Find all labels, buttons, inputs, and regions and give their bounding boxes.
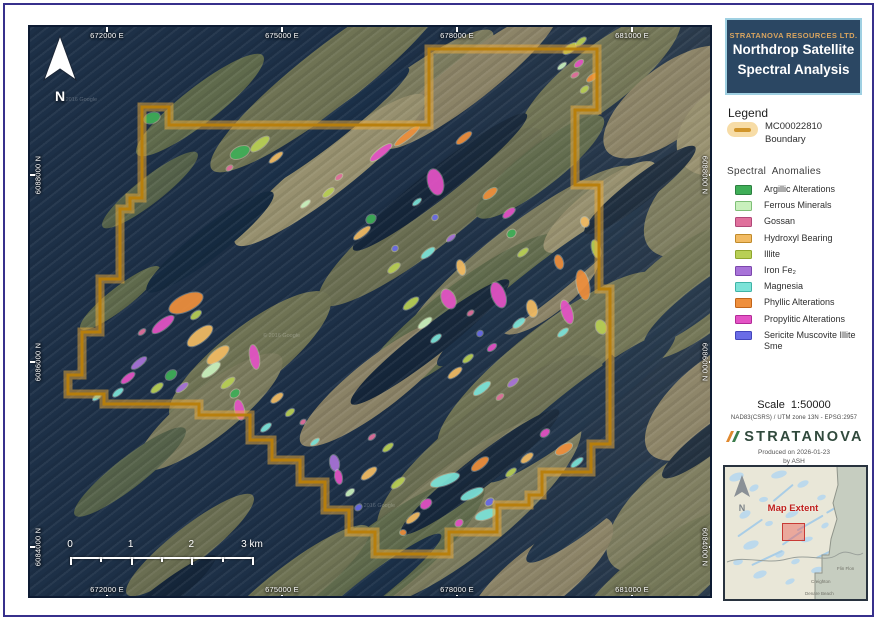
legend-swatch-go	[735, 217, 752, 227]
legend-label-ar: Argillic Alterations	[764, 184, 864, 196]
production-date: Produced on 2026-01-23	[718, 449, 870, 458]
inset-place-label: Denare Beach	[805, 591, 834, 596]
company-logo: STRATANOVA	[718, 428, 870, 446]
map-title-line2: Spectral Analysis	[727, 60, 860, 80]
legend-swatch-ir	[735, 266, 752, 276]
easting-label-bottom: 672000 E	[90, 585, 124, 594]
map-canvas: © 2016 Google© 2016 Google© 2016 Google …	[28, 25, 712, 598]
grid-tick-top	[631, 27, 633, 32]
legend-swatch-ph	[735, 298, 752, 308]
grid-tick-right	[709, 361, 712, 363]
legend-label-se: Sericite Muscovite Illite Sme	[764, 330, 864, 353]
title-block: STRATANOVA RESOURCES LTD. Northdrop Sate…	[725, 18, 862, 95]
legend-label-fe: Ferrous Minerals	[764, 200, 864, 212]
spectral-anomalies-heading: Spectral Anomalies	[727, 166, 821, 177]
grid-tick-bottom	[281, 595, 283, 598]
map-report-page: { "page": {"border_color": "#37308c"}, "…	[0, 0, 877, 620]
production-note: Produced on 2026-01-23 by ASH	[718, 449, 870, 467]
inset-locator-map: Map Extent N Flin FlonCreightonDenare Be…	[723, 465, 868, 601]
legend-label-pr: Propylitic Alterations	[764, 314, 864, 326]
boundary-label: MC00022810 Boundary	[765, 121, 822, 147]
legend-label-ir: Iron Fe₂	[764, 265, 864, 277]
grid-tick-bottom	[106, 595, 108, 598]
crs-text: NAD83(CSRS) / UTM zone 13N - EPSG:2957	[712, 415, 876, 421]
map-title-line1: Northdrop Satellite	[727, 40, 860, 60]
scale-text: Scale 1:50000	[718, 399, 870, 411]
easting-label-bottom: 675000 E	[265, 585, 299, 594]
legend-swatch-se	[735, 331, 752, 341]
grid-tick-right	[709, 546, 712, 548]
legend-swatch-fe	[735, 201, 752, 211]
easting-label-top: 681000 E	[615, 31, 649, 40]
grid-tick-left	[30, 361, 35, 363]
legend-heading: Legend	[728, 106, 768, 120]
boundary-swatch-line	[734, 128, 751, 132]
easting-label-bottom: 681000 E	[615, 585, 649, 594]
logo-icon	[724, 429, 741, 444]
easting-label-top: 675000 E	[265, 31, 299, 40]
easting-label-bottom: 678000 E	[440, 585, 474, 594]
legend-label-il: Illite	[764, 249, 864, 261]
inset-place-label: Creighton	[811, 579, 831, 584]
easting-label-top: 678000 E	[440, 31, 474, 40]
legend-label-hy: Hydroxyl Bearing	[764, 233, 864, 245]
legend-swatch-pr	[735, 315, 752, 325]
grid-tick-top	[456, 27, 458, 32]
company-name: STRATANOVA RESOURCES LTD.	[727, 31, 860, 40]
inset-place-label: Flin Flon	[837, 566, 854, 571]
inset-place-labels: Flin Flon Creighton Denare Beach	[725, 467, 866, 599]
grid-tick-bottom	[631, 595, 633, 598]
boundary-swatch	[727, 122, 758, 137]
boundary-id: MC00022810	[765, 121, 822, 134]
grid-tick-top	[106, 27, 108, 32]
legend-label-ph: Phyllic Alterations	[764, 297, 864, 309]
grid-tick-left	[30, 174, 35, 176]
grid-tick-left	[30, 546, 35, 548]
boundary-word: Boundary	[765, 134, 822, 147]
legend-swatch-hy	[735, 234, 752, 244]
legend-swatch-il	[735, 250, 752, 260]
legend-swatch-ar	[735, 185, 752, 195]
grid-labels-layer: 672000 E 672000 E 675000 E 675000 E 678000 E…	[30, 27, 710, 596]
legend-label-go: Gossan	[764, 216, 864, 228]
grid-tick-right	[709, 174, 712, 176]
legend-label-ma: Magnesia	[764, 281, 864, 293]
grid-tick-bottom	[456, 595, 458, 598]
legend-swatch-ma	[735, 282, 752, 292]
grid-tick-top	[281, 27, 283, 32]
easting-label-top: 672000 E	[90, 31, 124, 40]
logo-text: STRATANOVA	[744, 429, 863, 445]
